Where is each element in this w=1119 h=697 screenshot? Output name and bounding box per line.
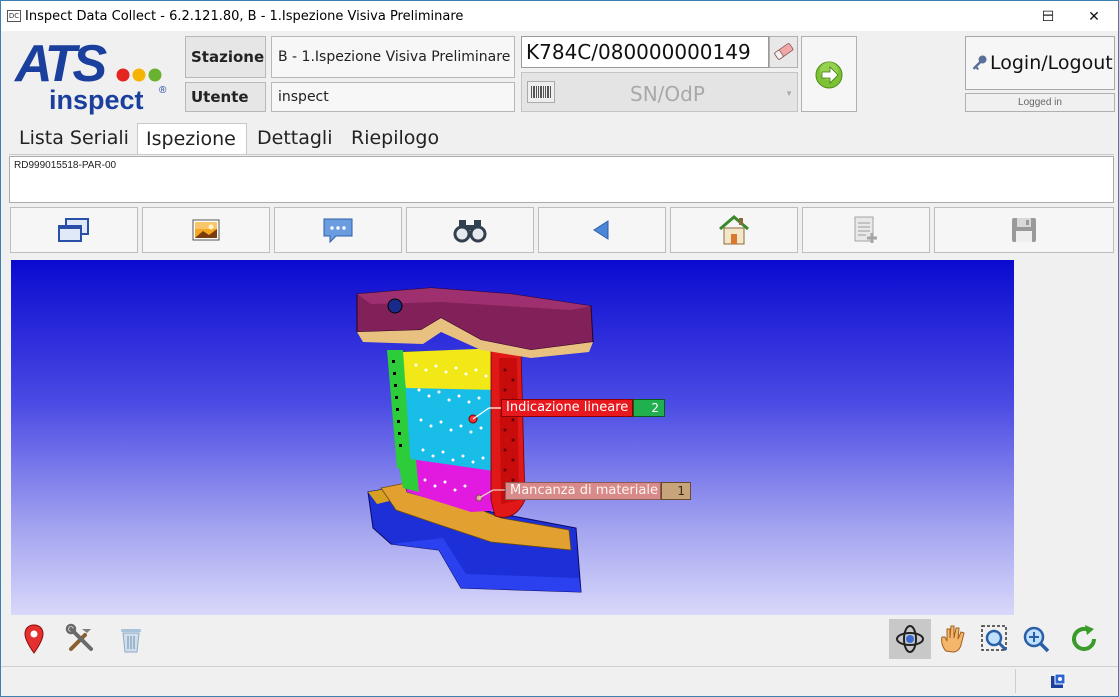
status-cell: [1015, 669, 1101, 693]
tab-dettagli[interactable]: Dettagli: [249, 123, 340, 155]
image-icon: [192, 219, 220, 241]
comment-button[interactable]: [274, 207, 402, 253]
login-logout-button[interactable]: Login/Logout: [965, 36, 1115, 90]
windows-icon: [58, 218, 89, 242]
minimize-button-2[interactable]: [979, 2, 1025, 32]
zoom-button[interactable]: [1016, 619, 1056, 659]
tools-icon: [65, 623, 93, 651]
binoculars-icon: [453, 220, 487, 243]
close-button[interactable]: ✕: [1071, 2, 1117, 32]
pin-icon: [24, 624, 44, 654]
annotation-label[interactable]: Mancanza di materiale: [505, 482, 661, 500]
home-button[interactable]: [670, 207, 798, 253]
save-button[interactable]: [934, 207, 1114, 253]
comment-icon: [323, 218, 353, 244]
sn-odp-combo[interactable]: SN/OdP ▼: [521, 72, 798, 112]
home-icon: [719, 215, 749, 245]
arrow-right-circle-icon: [815, 61, 843, 89]
clear-serial-button[interactable]: [769, 36, 798, 68]
rotate-3d-icon: [896, 625, 924, 653]
user-label: Utente: [185, 82, 266, 112]
tab-lista-seriali[interactable]: Lista Seriali: [11, 123, 137, 155]
tools-button[interactable]: [61, 619, 101, 659]
go-button[interactable]: [801, 36, 857, 112]
maximize-button[interactable]: ☐: [1025, 2, 1071, 32]
back-arrow-icon: [593, 220, 609, 240]
tab-ispezione[interactable]: Ispezione: [137, 123, 247, 155]
zoom-window-icon: [981, 625, 1008, 652]
turbine-blade-model: [356, 287, 594, 593]
annotation-count: 1: [661, 482, 691, 500]
back-button[interactable]: [538, 207, 666, 253]
svg-text:®: ®: [159, 85, 167, 96]
viewport-side-panel: [1014, 260, 1114, 615]
login-status: Logged in: [965, 93, 1115, 112]
add-document-icon: [854, 216, 877, 243]
windows-button[interactable]: [10, 207, 138, 253]
add-document-button[interactable]: [802, 207, 930, 253]
status-bar: [1, 666, 1118, 696]
zoom-window-button[interactable]: [975, 619, 1015, 659]
annotation-count: 2: [633, 399, 665, 417]
window-title: Inspect Data Collect - 6.2.121.80, B - 1…: [25, 9, 464, 24]
pan-hand-button[interactable]: [933, 619, 973, 659]
eraser-icon: [774, 43, 794, 60]
pin-button[interactable]: [14, 619, 54, 659]
app-status-icon: [1051, 673, 1066, 688]
login-label: Login/Logout: [990, 52, 1113, 74]
barcode-icon: [527, 81, 555, 103]
save-icon: [1012, 218, 1036, 242]
tab-divider: [9, 154, 1114, 155]
zoom-icon: [1023, 626, 1050, 653]
user-value: inspect: [271, 82, 515, 112]
pan-hand-icon: [941, 625, 965, 653]
rotate-3d-button[interactable]: [889, 619, 931, 659]
trash-button[interactable]: [111, 619, 151, 659]
app-window: DC Inspect Data Collect - 6.2.121.80, B …: [0, 0, 1119, 697]
annotation-label[interactable]: Indicazione lineare: [501, 399, 633, 417]
3d-viewport[interactable]: Indicazione lineare 2 Mancanza di materi…: [11, 260, 1014, 615]
ats-inspect-logo: ATS inspect ®: [13, 35, 173, 117]
refresh-button[interactable]: [1064, 619, 1104, 659]
chevron-down-icon: ▼: [785, 89, 793, 98]
serial-textbox[interactable]: RD999015518-PAR-00: [9, 156, 1114, 203]
tab-riepilogo[interactable]: Riepilogo: [343, 123, 447, 155]
binoculars-button[interactable]: [406, 207, 534, 253]
svg-text:inspect: inspect: [49, 85, 144, 115]
app-icon: DC: [7, 10, 21, 22]
station-value: B - 1.Ispezione Visiva Preliminare: [271, 36, 515, 78]
refresh-icon: [1072, 625, 1096, 651]
station-label: Stazione: [185, 36, 266, 78]
trash-icon: [121, 629, 141, 653]
sn-odp-placeholder: SN/OdP: [630, 82, 705, 106]
serial-input[interactable]: K784C/080000000149: [521, 36, 769, 68]
key-icon: [972, 55, 987, 71]
image-button[interactable]: [142, 207, 270, 253]
title-bar: DC Inspect Data Collect - 6.2.121.80, B …: [1, 1, 1118, 31]
